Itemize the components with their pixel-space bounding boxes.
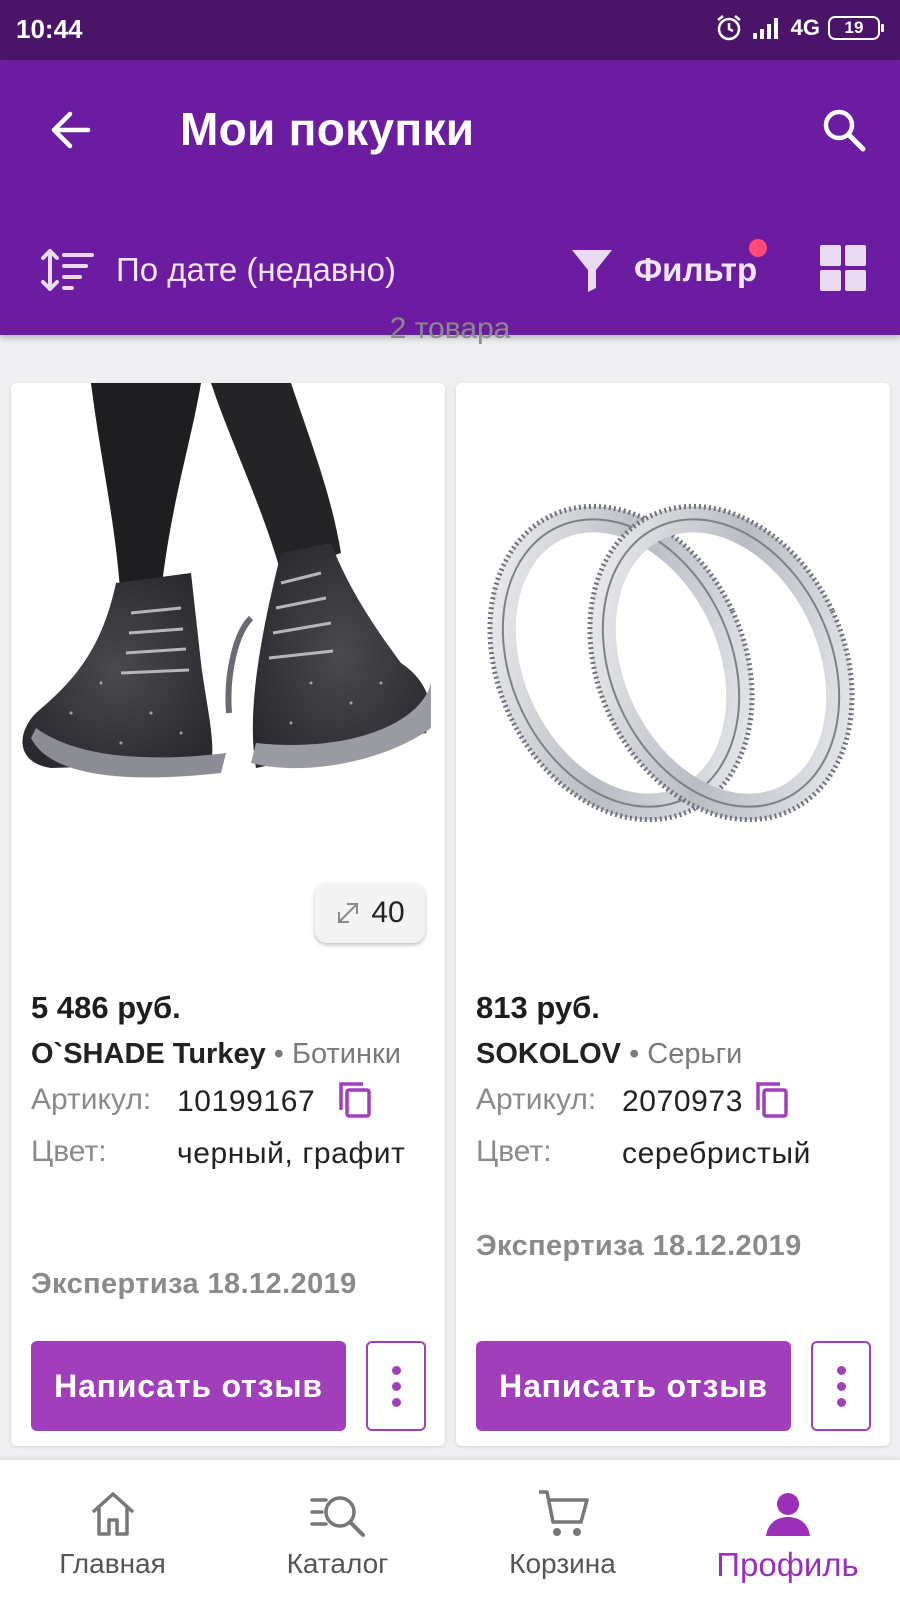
product-price: 813 руб. xyxy=(476,990,600,1025)
filter-button[interactable]: Фильтр xyxy=(570,239,768,300)
arrow-left-icon xyxy=(51,111,91,149)
product-card[interactable]: 40 5 486 руб. O`SHADE Turkey • Ботинки А… xyxy=(11,383,445,1446)
cart-icon xyxy=(538,1490,589,1536)
bottom-navigation: Главная Каталог Корзина Профиль xyxy=(0,1460,900,1600)
grid-view-button[interactable] xyxy=(820,245,866,291)
sort-button[interactable]: По дате (недавно) xyxy=(40,240,396,300)
color-label: Цвет: xyxy=(31,1135,107,1168)
boots-image xyxy=(22,383,431,778)
nav-catalog[interactable]: Каталог xyxy=(225,1460,450,1600)
filter-icon xyxy=(572,250,612,292)
status-time: 10:44 xyxy=(16,14,83,44)
article-value: 2070973 xyxy=(622,1085,743,1118)
color-value: серебристый xyxy=(622,1137,812,1170)
filter-label: Фильтр xyxy=(634,239,768,289)
expertise-date: Экспертиза 18.12.2019 xyxy=(476,1230,802,1262)
filter-active-dot xyxy=(749,239,768,257)
expand-icon xyxy=(338,903,359,923)
search-icon xyxy=(823,109,866,152)
alarm-icon xyxy=(716,15,741,41)
nav-home-label: Главная xyxy=(59,1548,166,1579)
more-vert-icon xyxy=(391,1365,401,1375)
nav-profile[interactable]: Профиль xyxy=(675,1460,900,1600)
copy-icon[interactable] xyxy=(335,1080,375,1120)
status-indicators: 4G 19 xyxy=(715,14,884,42)
grid-view-icon xyxy=(820,245,841,266)
nav-home[interactable]: Главная xyxy=(0,1460,225,1600)
article-label: Артикул: xyxy=(31,1083,152,1116)
filter-text: Фильтр xyxy=(634,251,758,288)
product-brand: O`SHADE Turkey xyxy=(31,1038,266,1070)
nav-profile-label: Профиль xyxy=(716,1546,859,1583)
battery-icon: 19 xyxy=(828,16,884,40)
nav-cart-label: Корзина xyxy=(509,1548,616,1579)
product-brand: SOKOLOV xyxy=(476,1038,622,1070)
color-label: Цвет: xyxy=(476,1135,552,1168)
more-options-button[interactable] xyxy=(366,1341,426,1431)
status-bar: 10:44 4G 19 xyxy=(0,0,900,60)
nav-catalog-label: Каталог xyxy=(286,1548,389,1579)
article-label: Артикул: xyxy=(476,1083,597,1116)
product-card[interactable]: 813 руб. SOKOLOV • Серьги Артикул: 20709… xyxy=(456,383,890,1446)
catalog-search-icon xyxy=(309,1496,365,1537)
home-icon xyxy=(91,1492,134,1536)
more-vert-icon xyxy=(836,1365,846,1375)
profile-icon xyxy=(765,1493,810,1536)
article-value: 10199167 xyxy=(177,1085,316,1118)
product-price: 5 486 руб. xyxy=(31,990,181,1025)
nav-cart[interactable]: Корзина xyxy=(450,1460,675,1600)
product-image[interactable] xyxy=(456,383,890,923)
product-category: • Ботинки xyxy=(273,1038,401,1070)
page-title: Мои покупки xyxy=(180,103,475,155)
product-category: • Серьги xyxy=(629,1038,743,1070)
write-review-button[interactable]: Написать отзыв xyxy=(476,1341,791,1431)
more-options-button[interactable] xyxy=(811,1341,871,1431)
expertise-date: Экспертиза 18.12.2019 xyxy=(31,1268,357,1300)
network-type: 4G xyxy=(790,15,820,40)
search-button[interactable] xyxy=(814,100,874,160)
signal-icon xyxy=(752,18,778,39)
sort-label: По дате (недавно) xyxy=(116,251,396,288)
product-image[interactable] xyxy=(11,383,445,923)
write-review-button[interactable]: Написать отзыв xyxy=(31,1341,346,1431)
app-bar: Мои покупки По дате (недавно) Фильтр xyxy=(0,60,900,335)
sort-icon xyxy=(41,249,94,291)
earrings-image xyxy=(487,503,855,823)
product-brand-line: O`SHADE Turkey • Ботинки xyxy=(31,1038,401,1071)
color-value: черный, графит xyxy=(177,1137,406,1170)
items-count: 2 товара xyxy=(389,312,511,345)
size-value: 40 xyxy=(371,896,405,929)
size-badge: 40 xyxy=(315,883,425,943)
product-brand-line: SOKOLOV • Серьги xyxy=(476,1038,742,1071)
back-button[interactable] xyxy=(40,100,100,160)
copy-icon[interactable] xyxy=(752,1080,792,1120)
